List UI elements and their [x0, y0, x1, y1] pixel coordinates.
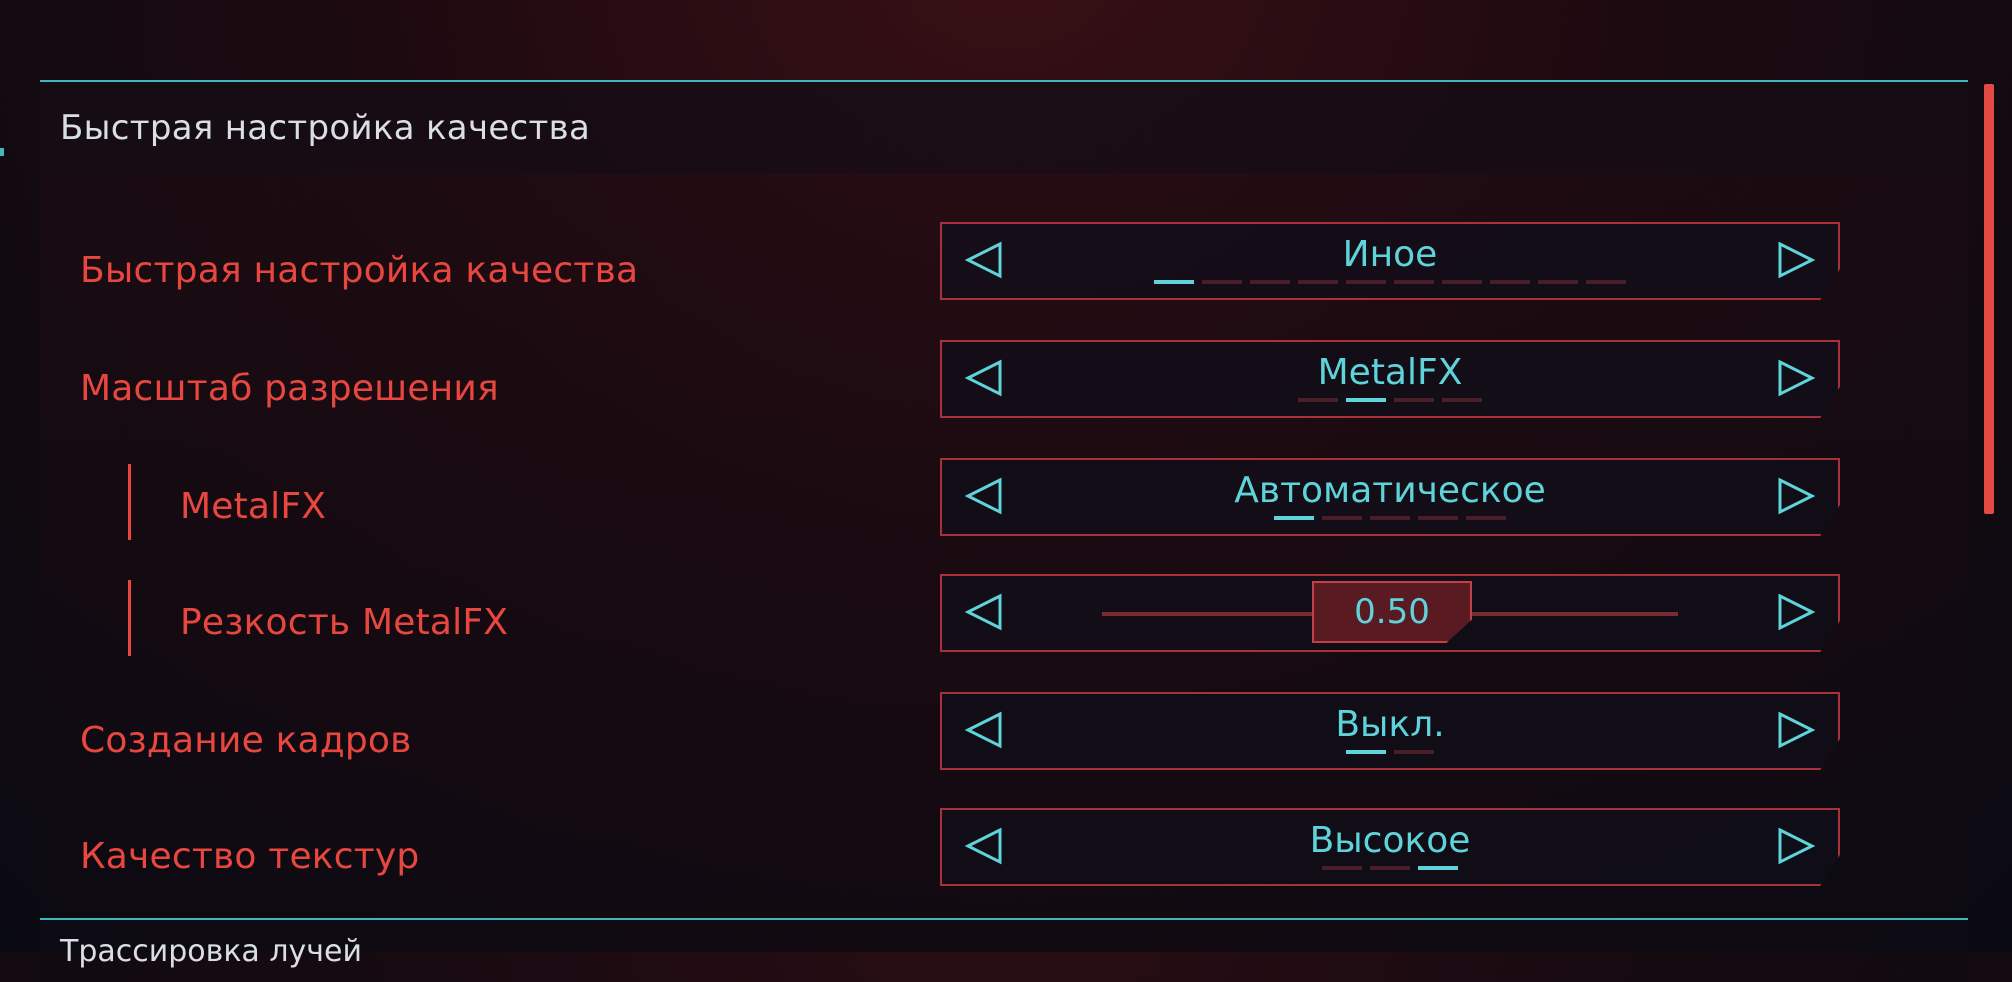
option-indicator: [942, 516, 1838, 520]
setting-selector[interactable]: Высокое: [940, 808, 1840, 886]
option-dash: [1346, 280, 1386, 284]
option-dash: [1394, 280, 1434, 284]
setting-label: Качество текстур: [80, 836, 420, 877]
option-dash: [1418, 866, 1458, 870]
scrollbar[interactable]: [1984, 84, 1994, 514]
sub-setting-indicator: [128, 580, 131, 656]
setting-row: Масштаб разрешения MetalFX: [0, 340, 1968, 442]
setting-row: Резкость MetalFX 0.50: [0, 574, 1968, 676]
option-dash: [1370, 866, 1410, 870]
setting-label: MetalFX: [180, 486, 327, 527]
setting-row: MetalFX Автоматическое: [0, 458, 1968, 560]
option-dash: [1322, 516, 1362, 520]
prev-option-icon[interactable]: [962, 590, 1006, 634]
section-divider: [40, 918, 1968, 920]
setting-slider[interactable]: 0.50: [940, 574, 1840, 652]
option-dash: [1274, 516, 1314, 520]
option-dash: [1442, 398, 1482, 402]
setting-value: Выкл.: [1335, 704, 1445, 745]
option-dash: [1370, 516, 1410, 520]
option-indicator: [942, 398, 1838, 402]
setting-label: Масштаб разрешения: [80, 368, 499, 409]
setting-row: Создание кадров Выкл.: [0, 692, 1968, 794]
option-dash: [1394, 398, 1434, 402]
option-dash: [1394, 750, 1434, 754]
option-dash: [1346, 398, 1386, 402]
slider-handle[interactable]: 0.50: [1312, 581, 1472, 643]
option-indicator: [942, 750, 1838, 754]
option-dash: [1442, 280, 1482, 284]
setting-value: Автоматическое: [1234, 470, 1546, 511]
next-option-icon[interactable]: [1774, 356, 1818, 400]
option-dash: [1250, 280, 1290, 284]
option-dash: [1202, 280, 1242, 284]
next-option-icon[interactable]: [1774, 238, 1818, 282]
option-dash: [1322, 866, 1362, 870]
setting-label: Резкость MetalFX: [180, 602, 509, 643]
next-option-icon[interactable]: [1774, 708, 1818, 752]
option-dash: [1154, 280, 1194, 284]
left-accent-mark: [0, 148, 4, 156]
setting-selector[interactable]: Автоматическое: [940, 458, 1840, 536]
option-indicator: [942, 280, 1838, 284]
setting-value: Иное: [1342, 234, 1438, 275]
option-dash: [1466, 516, 1506, 520]
sub-setting-indicator: [128, 464, 131, 540]
setting-selector[interactable]: Выкл.: [940, 692, 1840, 770]
setting-selector[interactable]: MetalFX: [940, 340, 1840, 418]
next-option-icon[interactable]: [1774, 474, 1818, 518]
option-dash: [1298, 280, 1338, 284]
setting-row: Качество текстур Высокое: [0, 808, 1968, 910]
option-dash: [1586, 280, 1626, 284]
setting-label: Быстрая настройка качества: [80, 250, 639, 291]
setting-selector[interactable]: Иное: [940, 222, 1840, 300]
next-option-icon[interactable]: [1774, 824, 1818, 868]
option-indicator: [942, 866, 1838, 870]
setting-label: Создание кадров: [80, 720, 412, 761]
setting-value: MetalFX: [1317, 352, 1463, 393]
option-dash: [1538, 280, 1578, 284]
section-title: Быстрая настройка качества: [60, 108, 591, 148]
option-dash: [1346, 750, 1386, 754]
next-option-icon[interactable]: [1774, 590, 1818, 634]
setting-value: Высокое: [1309, 820, 1471, 861]
setting-row: Быстрая настройка качества Иное: [0, 222, 1968, 324]
option-dash: [1298, 398, 1338, 402]
option-dash: [1490, 280, 1530, 284]
option-dash: [1418, 516, 1458, 520]
